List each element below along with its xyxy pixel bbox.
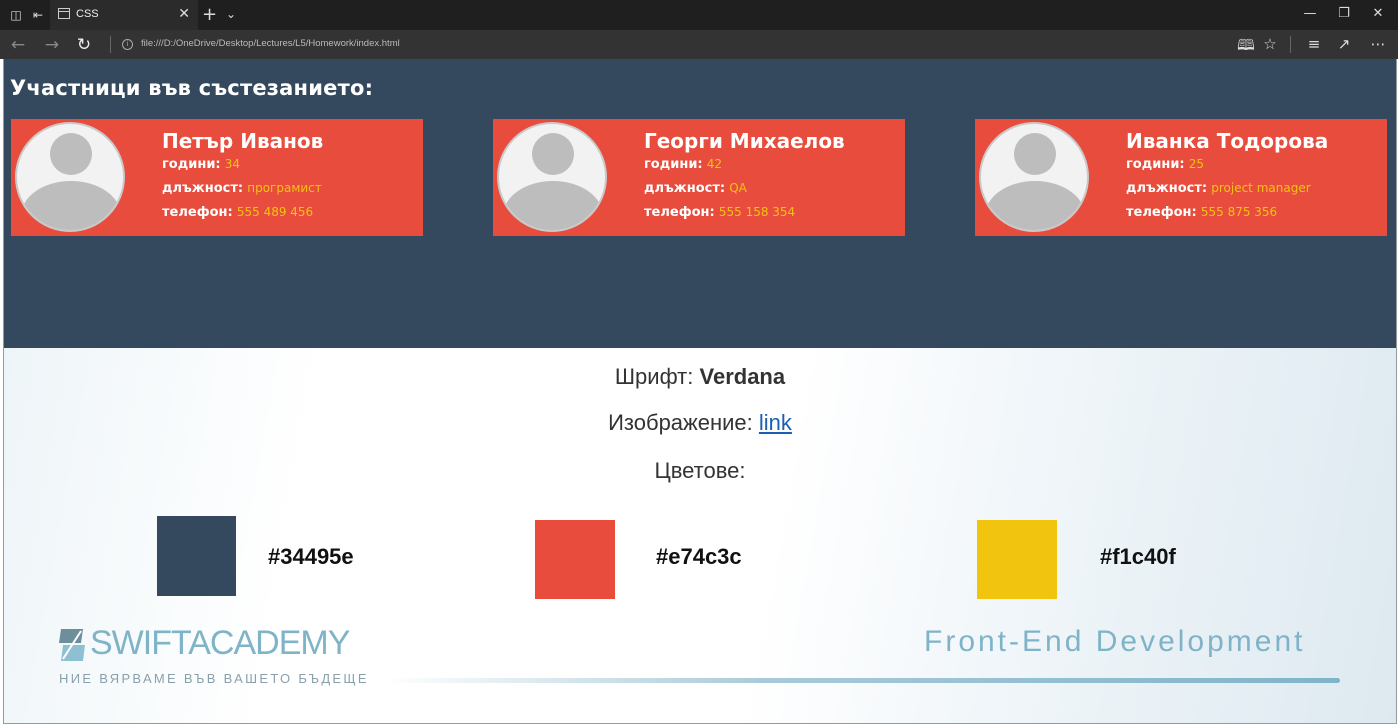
restore-icon[interactable]: ❐ (1334, 6, 1354, 21)
age-row: години: 25 (1126, 157, 1205, 172)
participant-name: Петър Иванов (162, 129, 324, 153)
more-icon[interactable]: ⋯ (1368, 35, 1388, 53)
avatar (15, 122, 125, 232)
tab-title: CSS (76, 8, 99, 20)
decorative-line (384, 678, 1340, 683)
forward-icon[interactable]: → (42, 35, 62, 55)
divider (1290, 36, 1291, 53)
logo-tagline: НИЕ ВЯРВАМЕ ВЪВ ВАШЕТО БЪДЕЩЕ (59, 671, 369, 686)
phone-row: телефон: 555 875 356 (1126, 205, 1278, 220)
avatar (979, 122, 1089, 232)
page-content: Участници във състезанието: Петър Иванов… (4, 59, 1396, 723)
reading-view-icon[interactable]: 🕮 (1236, 35, 1256, 60)
url-field[interactable]: file:///D:/OneDrive/Desktop/Lectures/L5/… (141, 38, 400, 49)
page-title: Участници във състезанието: (10, 76, 374, 100)
star-icon[interactable]: ☆ (1260, 35, 1280, 53)
participant-name: Иванка Тодорова (1126, 129, 1329, 153)
close-icon[interactable]: ✕ (178, 6, 190, 22)
image-line: Изображение: link (608, 410, 792, 435)
back-icon[interactable]: ← (8, 35, 28, 55)
participant-card: Петър Иванов години: 34 длъжност: програ… (11, 119, 423, 236)
color-swatch (535, 520, 615, 599)
position-row: длъжност: програмист (162, 181, 322, 196)
info-icon[interactable]: i (122, 39, 133, 50)
plus-icon[interactable]: + (202, 4, 217, 25)
tab-css[interactable]: CSS ✕ (50, 0, 198, 30)
color-label: #f1c40f (1100, 544, 1176, 569)
color-swatch (977, 520, 1057, 599)
page-icon (58, 8, 70, 19)
image-link[interactable]: link (759, 410, 792, 435)
address-bar: ← → ↻ i file:///D:/OneDrive/Desktop/Lect… (0, 30, 1398, 59)
font-line: Шрифт: Verdana (614, 364, 786, 389)
tab-switcher-icon[interactable]: ◫ (8, 7, 24, 23)
participant-card: Иванка Тодорова години: 25 длъжност: pro… (975, 119, 1387, 236)
color-label: #e74c3c (656, 544, 742, 569)
participants-section: Участници във състезанието: Петър Иванов… (4, 59, 1396, 348)
course-title: Front-End Development (924, 625, 1306, 658)
chevron-down-icon[interactable]: ⌄ (226, 7, 236, 21)
swift-academy-logo-icon (59, 629, 85, 661)
colors-heading: Цветове: (654, 458, 746, 483)
participant-card: Георги Михаелов години: 42 длъжност: QA … (493, 119, 905, 236)
color-swatch (157, 516, 236, 596)
avatar (497, 122, 607, 232)
close-window-icon[interactable]: ✕ (1368, 6, 1388, 21)
refresh-icon[interactable]: ↻ (74, 35, 94, 55)
age-row: години: 42 (644, 157, 723, 172)
favorites-hub-icon[interactable]: ≡ (1304, 35, 1324, 53)
info-section: Шрифт: Verdana Изображение: link Цветове… (4, 348, 1396, 723)
position-row: длъжност: project manager (1126, 181, 1311, 196)
set-aside-tabs-icon[interactable]: ⇤ (30, 7, 46, 23)
phone-row: телефон: 555 158 354 (644, 205, 796, 220)
logo-text: SWIFTACADEMY (90, 624, 350, 662)
share-icon[interactable]: ↗ (1334, 35, 1354, 53)
tab-bar: ◫ ⇤ CSS ✕ + ⌄ — ❐ ✕ (0, 0, 1398, 30)
color-label: #34495e (268, 544, 354, 569)
divider (110, 36, 111, 53)
phone-row: телефон: 555 489 456 (162, 205, 314, 220)
participant-name: Георги Михаелов (644, 129, 845, 153)
minimize-icon[interactable]: — (1300, 6, 1320, 21)
age-row: години: 34 (162, 157, 241, 172)
position-row: длъжност: QA (644, 181, 747, 196)
